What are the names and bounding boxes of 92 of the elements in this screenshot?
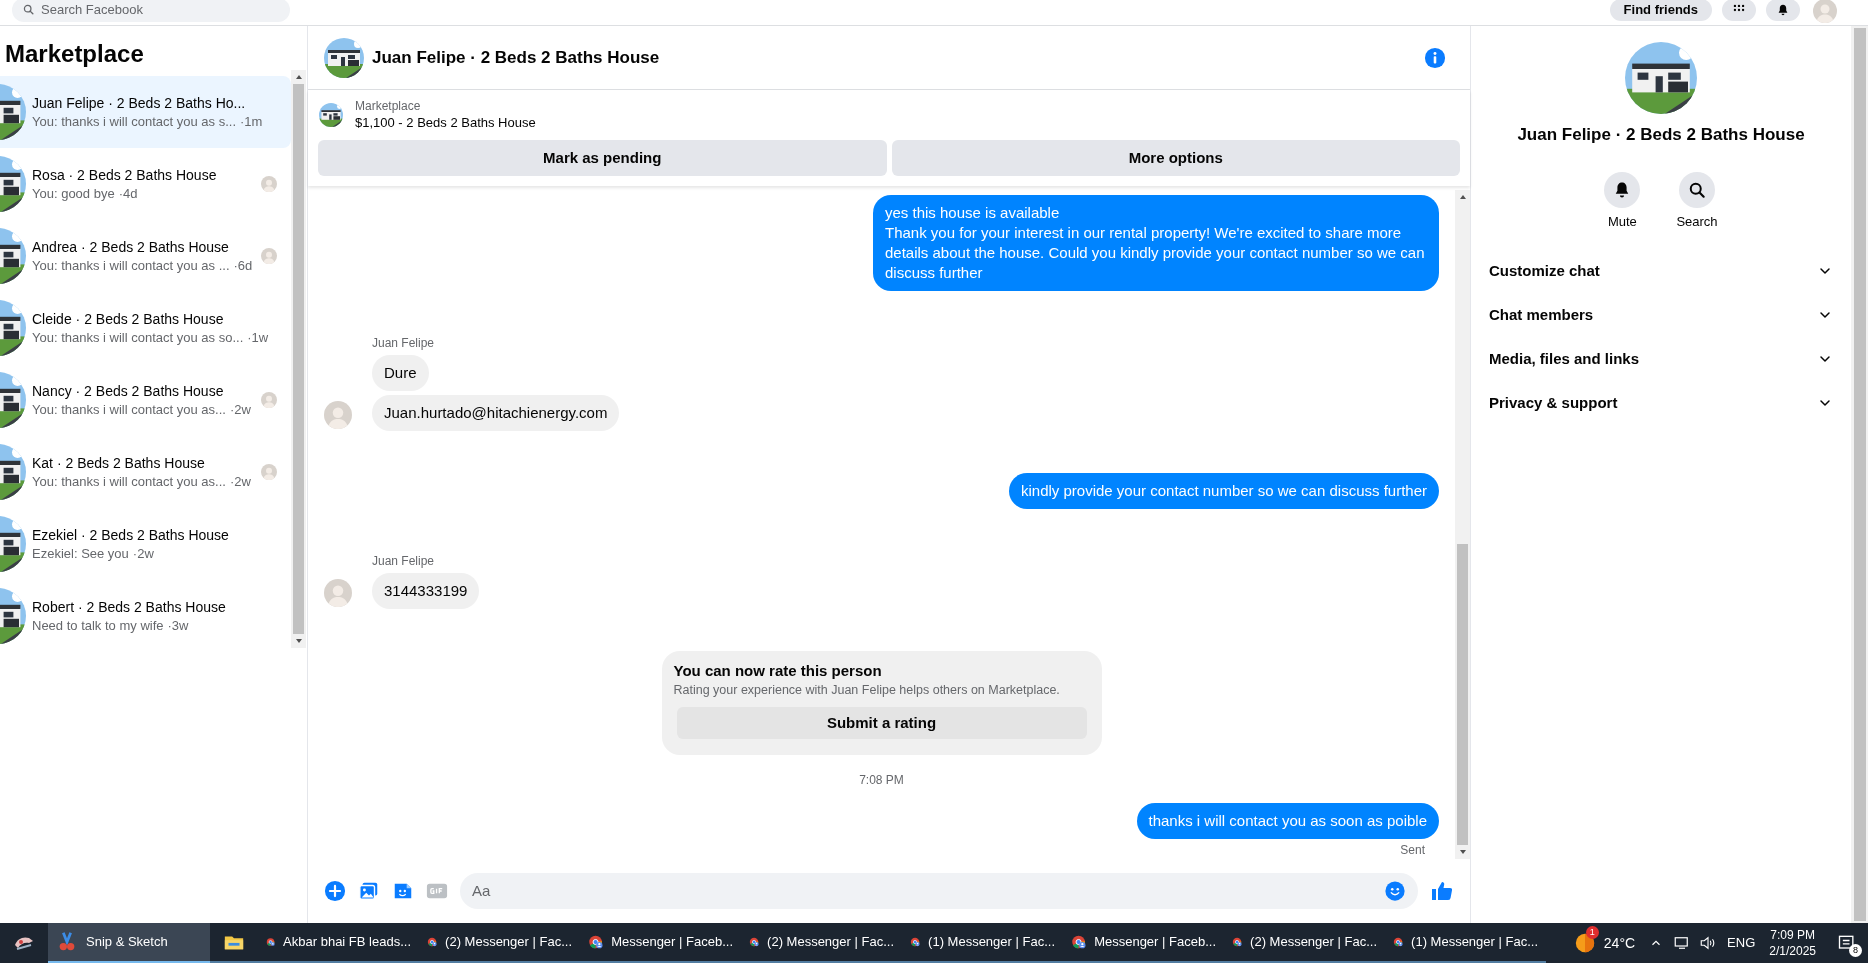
conversation-title: Juan Felipe · 2 Beds 2 Baths Ho... — [32, 94, 246, 113]
conversation-title: Cleide · 2 Beds 2 Baths House — [32, 310, 224, 329]
message-preview: Need to talk to my wife — [32, 617, 164, 635]
sent-message: yes this house is available Thank you for your interest in our rental property! We're excited to share more details about the house. Could you kindly provide your contact number so we can discuss further — [873, 195, 1439, 291]
sent-message: kindly provide your contact number so we can discuss further — [1008, 473, 1439, 509]
message-time: ·3w — [167, 617, 189, 635]
sender-name: Juan Felipe — [372, 335, 435, 351]
message-time: ·4d — [118, 185, 138, 203]
message-time: ·2w — [229, 473, 251, 491]
bell-icon — [1776, 2, 1790, 17]
scrollbar[interactable] — [291, 70, 306, 648]
message-time: ·6d — [233, 257, 253, 275]
taskbar-item[interactable]: (1) Messenger | Fac... — [1385, 923, 1546, 963]
action-label: Mute — [1607, 212, 1637, 231]
find-friends-button[interactable]: Find friends — [1609, 0, 1712, 21]
conversation-title: Robert · 2 Beds 2 Baths House — [32, 598, 226, 617]
section-label: Chat members — [1489, 304, 1595, 325]
conversation-title: Kat · 2 Beds 2 Baths House — [32, 454, 205, 473]
message-preview: You: good bye — [32, 185, 115, 203]
menu-button[interactable] — [1722, 0, 1756, 21]
emoji-icon[interactable] — [1384, 880, 1406, 902]
clock[interactable]: 7:09 PM 2/1/2025 — [1769, 927, 1816, 959]
message-preview: You: thanks i will contact you as so... — [32, 329, 244, 347]
search-field[interactable]: Search Facebook — [12, 0, 290, 22]
add-icon[interactable] — [324, 880, 346, 902]
section-label: Media, files and links — [1489, 348, 1641, 369]
taskbar-item[interactable]: (2) Messenger | Fac... — [741, 923, 902, 963]
language-indicator[interactable]: ENG — [1727, 933, 1756, 953]
message-preview: You: thanks i will contact you as... — [32, 473, 226, 491]
scrollbar[interactable] — [1455, 190, 1470, 859]
action-button[interactable]: Mark as pending — [318, 140, 887, 176]
gallery-icon[interactable] — [358, 880, 380, 902]
search-button[interactable] — [1679, 171, 1715, 208]
listing-label: Marketplace — [355, 98, 422, 114]
taskbar-item[interactable]: Messenger | Faceb... — [580, 923, 741, 963]
section-row[interactable]: Customize chat — [1479, 249, 1843, 293]
info-icon[interactable] — [1424, 46, 1446, 69]
chat-title: Juan Felipe · 2 Beds 2 Baths House — [372, 46, 660, 69]
search-icon — [22, 3, 35, 16]
notifications-button[interactable] — [1766, 0, 1800, 21]
message-preview: Ezekiel: See you — [32, 545, 129, 563]
scrollbar-thumb[interactable] — [293, 84, 304, 634]
message-preview: You: thanks i will contact you as ... — [32, 257, 230, 275]
received-message: 3144333199 — [372, 573, 480, 609]
taskbar-item[interactable]: (2) Messenger | Fac... — [419, 923, 580, 963]
taskbar-item[interactable]: (1) Messenger | Fac... — [902, 923, 1063, 963]
sender-name: Juan Felipe — [372, 553, 435, 569]
message-time: ·2w — [229, 401, 251, 419]
profile-avatar — [1810, 0, 1840, 23]
action-label: Search — [1676, 212, 1718, 231]
message-status: Sent — [1400, 842, 1425, 859]
conversation-title: Ezekiel · 2 Beds 2 Baths House — [32, 526, 229, 545]
message-time: ·1w — [247, 329, 269, 347]
conversation-title: Rosa · 2 Beds 2 Baths House — [32, 166, 217, 185]
conversation-item[interactable]: Juan Felipe · 2 Beds 2 Baths Ho... You: thanks i will contact you as s... ·1m — [0, 76, 291, 148]
message-time: ·1m — [240, 113, 263, 131]
message-timestamp: 7:08 PM — [859, 772, 904, 789]
section-row[interactable]: Media, files and links — [1479, 337, 1843, 381]
action-button[interactable]: More options — [891, 140, 1460, 176]
taskbar-item[interactable]: Snip & Sketch — [48, 923, 210, 963]
scrollbar-thumb[interactable] — [1457, 544, 1468, 845]
rating-title: You can now rate this person — [673, 661, 883, 681]
received-message: Juan.hurtado@hitachienergy.com — [372, 395, 620, 431]
sidebar-title: Marketplace — [4, 39, 145, 69]
profile-name: Juan Felipe · 2 Beds 2 Baths House — [1517, 124, 1805, 146]
message-input[interactable]: Aa — [460, 873, 1418, 909]
section-row[interactable]: Privacy & support — [1479, 381, 1843, 425]
taskbar-item[interactable]: Akbar bhai FB leads... — [258, 923, 419, 963]
notification-badge: 1 — [1585, 926, 1599, 939]
clock-time: 7:09 PM — [1770, 927, 1815, 943]
conversation-title: Andrea · 2 Beds 2 Baths House — [32, 238, 229, 257]
section-label: Privacy & support — [1489, 392, 1619, 413]
section-label: Customize chat — [1489, 260, 1601, 281]
temperature-label: 24°C — [1603, 933, 1636, 953]
notification-center[interactable]: 8 — [1832, 923, 1862, 963]
thumbs-up-icon[interactable] — [1430, 879, 1454, 903]
received-message: Dure — [372, 355, 429, 391]
message-time: ·2w — [132, 545, 154, 563]
sent-message: thanks i will contact you as soon as poible — [1136, 803, 1439, 839]
message-preview: You: thanks i will contact you as... — [32, 401, 226, 419]
rating-description: Rating your experience with Juan Felipe helps others on Marketplace. — [673, 682, 1061, 699]
conversation-title: Nancy · 2 Beds 2 Baths House — [32, 382, 224, 401]
taskbar-item[interactable]: (2) Messenger | Fac... — [1224, 923, 1385, 963]
message-preview: You: thanks i will contact you as s... — [32, 113, 236, 131]
submit-rating-button[interactable]: Submit a rating — [676, 707, 1087, 739]
section-row[interactable]: Chat members — [1479, 293, 1843, 337]
notification-count: 8 — [1849, 944, 1862, 957]
taskbar-item[interactable]: Messenger | Faceb... — [1063, 923, 1224, 963]
clock-date: 2/1/2025 — [1769, 943, 1816, 959]
mute-button[interactable] — [1604, 171, 1641, 208]
search-placeholder: Search Facebook — [41, 0, 143, 19]
listing-title: $1,100 - 2 Beds 2 Baths House — [355, 114, 536, 132]
